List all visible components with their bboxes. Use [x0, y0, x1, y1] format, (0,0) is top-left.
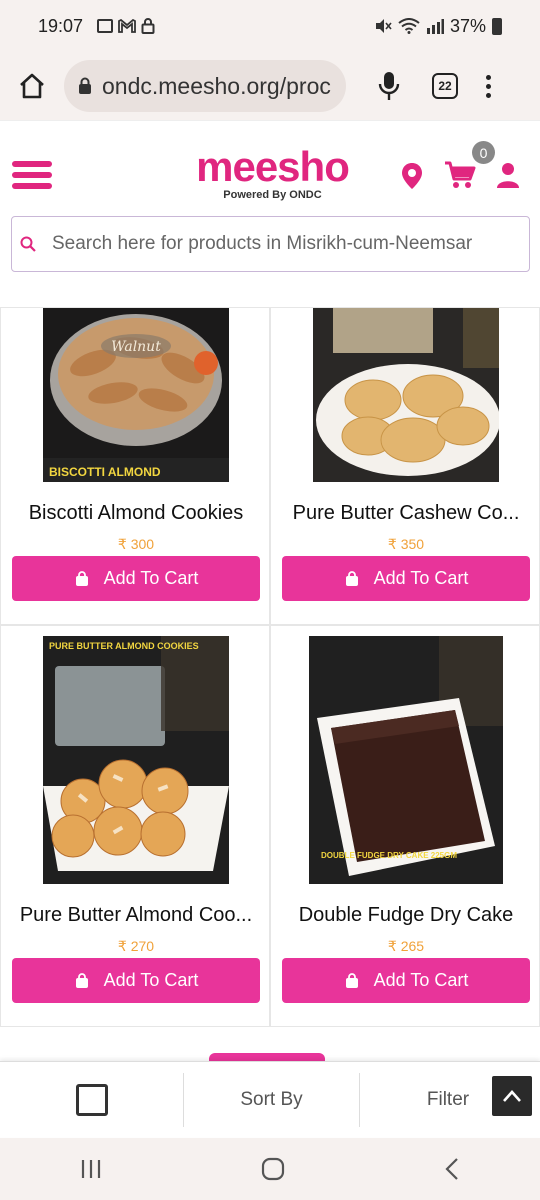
brand-logo[interactable]: meesho Powered By ONDC: [190, 143, 355, 202]
shopping-bag-icon: [75, 972, 88, 988]
product-price: ₹ 350: [387, 536, 425, 552]
search-input[interactable]: [51, 233, 521, 255]
shopping-bag-icon: [345, 972, 358, 988]
bottom-toolbar: Sort By Filter: [0, 1061, 540, 1137]
select-checkbox[interactable]: [75, 1083, 108, 1116]
shopping-bag-icon: [75, 570, 88, 586]
tab-switcher-button[interactable]: 22: [432, 73, 458, 99]
dot-icon: [485, 83, 491, 89]
more-menu-button[interactable]: [482, 74, 494, 98]
image-icon: [97, 19, 114, 33]
filter-label: Filter: [426, 1088, 470, 1110]
product-image-label: BISCOTTI ALMOND: [49, 465, 161, 479]
search-icon: [20, 236, 36, 252]
mute-icon: [375, 19, 392, 33]
product-name[interactable]: Pure Butter Almond Coo...: [1, 904, 271, 927]
product-card[interactable]: DOUBLE FUDGE DRY CAKE 225GM Double Fudge…: [270, 625, 540, 1027]
browser-toolbar: ondc.meesho.org/proc 22: [0, 52, 540, 120]
user-icon[interactable]: [496, 162, 520, 188]
gmail-icon: [118, 19, 136, 33]
status-bar: 19:07 37%: [0, 0, 540, 52]
svg-text:Walnut: Walnut: [111, 339, 161, 355]
product-name[interactable]: Double Fudge Dry Cake: [271, 904, 540, 927]
cart-icon[interactable]: [444, 160, 476, 190]
wifi-icon: [398, 18, 420, 34]
shopping-bag-icon: [345, 570, 358, 586]
voice-search-button[interactable]: [374, 68, 404, 104]
add-to-cart-label: Add To Cart: [373, 970, 469, 990]
search-bar[interactable]: [11, 216, 530, 272]
product-image[interactable]: [313, 308, 499, 482]
product-price: ₹ 265: [387, 938, 425, 954]
android-nav-bar: [0, 1138, 540, 1200]
battery-percent: 37%: [449, 15, 486, 36]
add-to-cart-button[interactable]: Add To Cart: [12, 556, 260, 601]
menu-bar-icon: [12, 161, 52, 167]
home-icon: [20, 73, 44, 99]
add-to-cart-button[interactable]: Add To Cart: [282, 958, 530, 1003]
secure-lock-icon: [79, 77, 91, 94]
address-bar[interactable]: ondc.meesho.org/proc: [64, 60, 346, 112]
home-nav-icon[interactable]: [261, 1157, 285, 1181]
add-to-cart-label: Add To Cart: [103, 970, 199, 990]
product-price: ₹ 300: [117, 536, 155, 552]
status-time: 19:07: [38, 15, 84, 36]
product-name[interactable]: Biscotti Almond Cookies: [1, 502, 271, 525]
signal-icon: [426, 19, 444, 34]
product-card[interactable]: Pure Butter Cashew Co... ₹ 350 Add To Ca…: [270, 307, 540, 625]
cart-count-badge: 0: [472, 141, 495, 164]
add-to-cart-label: Add To Cart: [373, 568, 469, 588]
sort-by-button[interactable]: Sort By: [184, 1073, 359, 1127]
menu-bar-icon: [12, 183, 52, 189]
lock-icon: [141, 18, 155, 34]
add-to-cart-button[interactable]: Add To Cart: [282, 556, 530, 601]
product-card[interactable]: PURE BUTTER ALMOND COOKIES Pure Butter A…: [0, 625, 270, 1027]
dot-icon: [485, 74, 491, 80]
add-to-cart-button[interactable]: Add To Cart: [12, 958, 260, 1003]
product-image-label: PURE BUTTER ALMOND COOKIES: [49, 641, 199, 651]
product-name[interactable]: Pure Butter Cashew Co...: [271, 502, 540, 525]
product-card[interactable]: Walnut BISCOTTI ALMOND Biscotti Almond C…: [0, 307, 270, 625]
recent-apps-icon[interactable]: [79, 1158, 103, 1180]
location-pin-icon[interactable]: [400, 162, 424, 190]
home-button[interactable]: [14, 68, 50, 104]
url-text: ondc.meesho.org/proc: [102, 72, 331, 99]
brand-name: meesho: [196, 143, 350, 190]
product-image[interactable]: Walnut BISCOTTI ALMOND: [43, 308, 229, 482]
dot-icon: [485, 92, 491, 98]
menu-bar-icon: [12, 172, 52, 178]
product-image[interactable]: DOUBLE FUDGE DRY CAKE 225GM: [309, 636, 503, 884]
scroll-to-top-button[interactable]: [492, 1076, 532, 1116]
product-price: ₹ 270: [117, 938, 155, 954]
chevron-up-icon: [503, 1090, 521, 1102]
select-all-cell[interactable]: [0, 1073, 183, 1127]
menu-button[interactable]: [12, 161, 52, 194]
battery-icon: [492, 17, 502, 35]
product-image-label: DOUBLE FUDGE DRY CAKE 225GM: [321, 851, 457, 860]
brand-tagline: Powered By ONDC: [223, 189, 322, 201]
add-to-cart-label: Add To Cart: [103, 568, 199, 588]
microphone-icon: [378, 72, 400, 100]
product-image[interactable]: PURE BUTTER ALMOND COOKIES: [43, 636, 229, 884]
sort-by-label: Sort By: [240, 1088, 303, 1110]
back-icon[interactable]: [443, 1157, 461, 1181]
